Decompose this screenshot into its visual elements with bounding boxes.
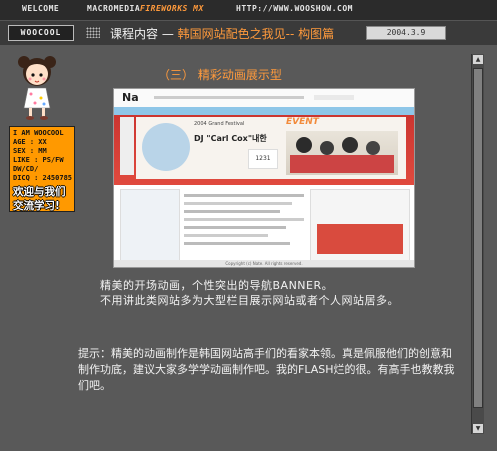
banner-tag: 2004 Grand Festival — [194, 121, 245, 127]
site-nav — [154, 96, 304, 99]
article-list — [184, 189, 304, 259]
korean-site-screenshot: Na 2004 Grand Festival DJ "Carl Cox"내한 E… — [113, 88, 415, 268]
course-title: 课程内容 — 韩国网站配色之我见-- 构图篇 — [110, 25, 334, 42]
event-label: EVENT — [286, 117, 319, 127]
site-header: Na — [114, 89, 414, 108]
woocool-logo[interactable]: WOOCOOL — [8, 25, 74, 41]
vertical-scrollbar[interactable]: ▲ ▼ — [471, 54, 484, 434]
group-clothing — [290, 155, 394, 173]
scroll-down-icon[interactable]: ▼ — [473, 424, 483, 433]
site-url-link[interactable]: HTTP://WWW.WOOSHOW.COM — [236, 4, 353, 13]
article-line — [184, 234, 268, 237]
site-logo: Na — [122, 91, 139, 104]
profile-line: SEX : MM — [13, 147, 47, 155]
article-line — [184, 218, 304, 221]
site-footer: Copyright (c) Nate. All rights reserved. — [114, 260, 414, 267]
event-panel: 2004 Grand Festival DJ "Carl Cox"내한 EVEN… — [136, 117, 406, 179]
brand-macromedia: MACROMEDIA — [87, 4, 141, 13]
grid-icon — [86, 27, 100, 38]
profile-line: I AM WOOCOOL — [13, 129, 64, 137]
caption-line-1: 精美的开场动画，个性突出的导航BANNER。 — [100, 279, 334, 292]
profile-line: DW/CD/ — [13, 165, 39, 173]
person-icon — [320, 141, 334, 155]
article-line — [184, 226, 286, 229]
date-badge: 1231 — [248, 149, 278, 169]
title-bar: WOOCOOL 课程内容 — 韩国网站配色之我见-- 构图篇 2004.3.9 — [0, 20, 497, 46]
person-icon — [296, 137, 312, 153]
section-title: （三） 精彩动画展示型 — [158, 68, 282, 82]
person-icon — [366, 141, 380, 155]
top-bar: WELCOME MACROMEDIA FIREWORKS MX HTTP://W… — [0, 0, 497, 20]
caption-line-2: 不用讲此类网站多为大型栏目展示网站或者个人网站居多。 — [100, 294, 399, 307]
profile-line: LIKE : PS/FW — [13, 156, 64, 164]
lesson-title: 韩国网站配色之我见-- 构图篇 — [177, 27, 335, 41]
profile-line: AGE : XX — [13, 138, 47, 146]
tip-text: 提示：精美的动画制作是韩国网站高手们的看家本领。真是佩服他们的创意和制作功底，建… — [78, 347, 455, 392]
site-nav-bar — [114, 107, 414, 115]
article-line — [184, 242, 290, 245]
scroll-up-icon[interactable]: ▲ — [473, 55, 483, 64]
article-line — [184, 202, 292, 205]
side-strip — [120, 117, 134, 175]
welcome-link[interactable]: WELCOME — [22, 4, 59, 13]
cartoon-girl-avatar — [18, 56, 56, 120]
welcome-text-1: 欢迎与我们 — [13, 186, 66, 198]
profile-line: DICQ : 2450785 — [13, 174, 73, 182]
welcome-text-2: 交流学习! — [13, 200, 60, 212]
date-box: 2004.3.9 — [366, 26, 446, 40]
profile-card: I AM WOOCOOL AGE : XX SEX : MM LIKE : PS… — [9, 126, 75, 212]
crowd-photo-icon — [142, 123, 190, 171]
article-line — [184, 194, 304, 197]
site-search — [314, 95, 354, 100]
event-title: DJ "Carl Cox"내한 — [194, 134, 267, 143]
article-line — [184, 210, 280, 213]
course-label: 课程内容 — — [110, 27, 174, 41]
site-banner: 2004 Grand Festival DJ "Carl Cox"내한 EVEN… — [114, 107, 414, 185]
group-photo — [286, 131, 398, 175]
left-column — [120, 189, 180, 261]
promo-box — [317, 224, 403, 254]
scroll-thumb[interactable] — [473, 68, 483, 408]
right-column — [310, 189, 410, 261]
brand-fireworks: FIREWORKS MX — [140, 4, 204, 13]
person-icon — [342, 137, 358, 153]
